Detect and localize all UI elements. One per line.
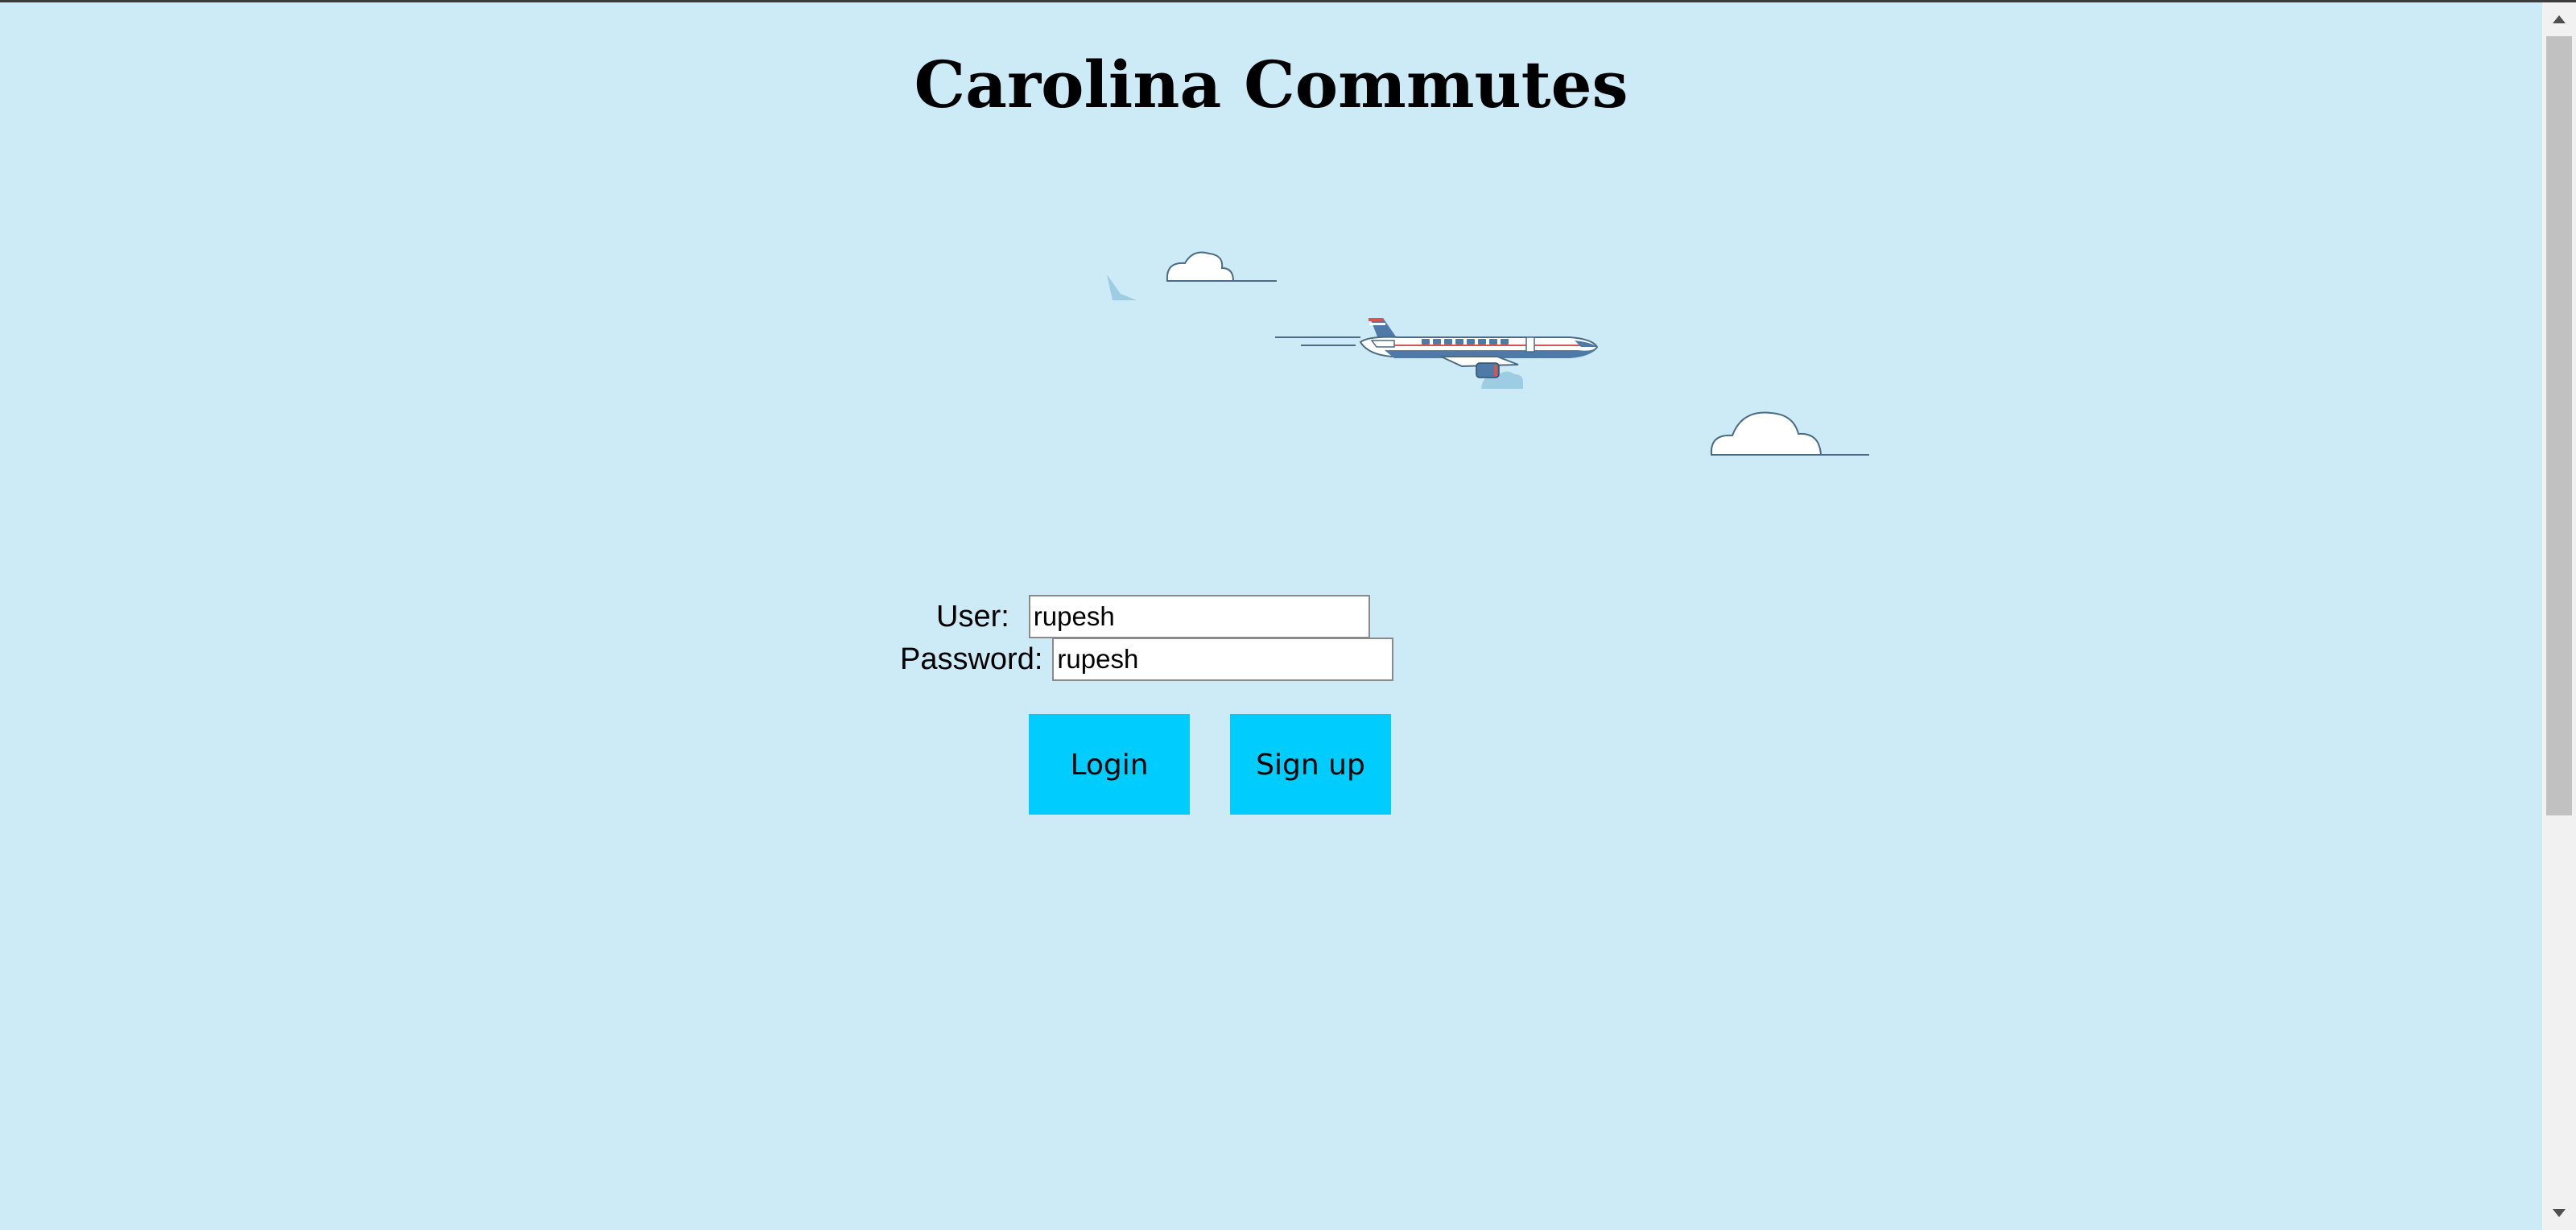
scroll-down-arrow-icon[interactable] — [2542, 1199, 2576, 1227]
password-label: Password: — [900, 642, 1043, 676]
vertical-scrollbar[interactable] — [2542, 2, 2576, 1230]
login-button[interactable]: Login — [1029, 714, 1190, 815]
page-title: Carolina Commutes — [914, 47, 1629, 122]
bird-icon — [1107, 274, 1137, 300]
scroll-thumb[interactable] — [2546, 36, 2572, 815]
scroll-up-arrow-icon[interactable] — [2542, 6, 2576, 33]
airplane-illustration — [1107, 251, 1869, 456]
airplane-icon — [1359, 318, 1599, 389]
page-content: Carolina Commutes User: rupesh Password:… — [0, 2, 2542, 1230]
signup-button[interactable]: Sign up — [1230, 714, 1391, 815]
user-row: User: — [936, 595, 1370, 638]
speed-lines — [1275, 336, 1360, 346]
cloud-icon — [1166, 251, 1277, 282]
user-input[interactable] — [1028, 595, 1370, 638]
user-label: User: — [936, 599, 1009, 634]
password-input[interactable] — [1052, 638, 1394, 681]
cloud-icon — [1710, 411, 1869, 456]
password-row: Password: — [900, 638, 1394, 681]
